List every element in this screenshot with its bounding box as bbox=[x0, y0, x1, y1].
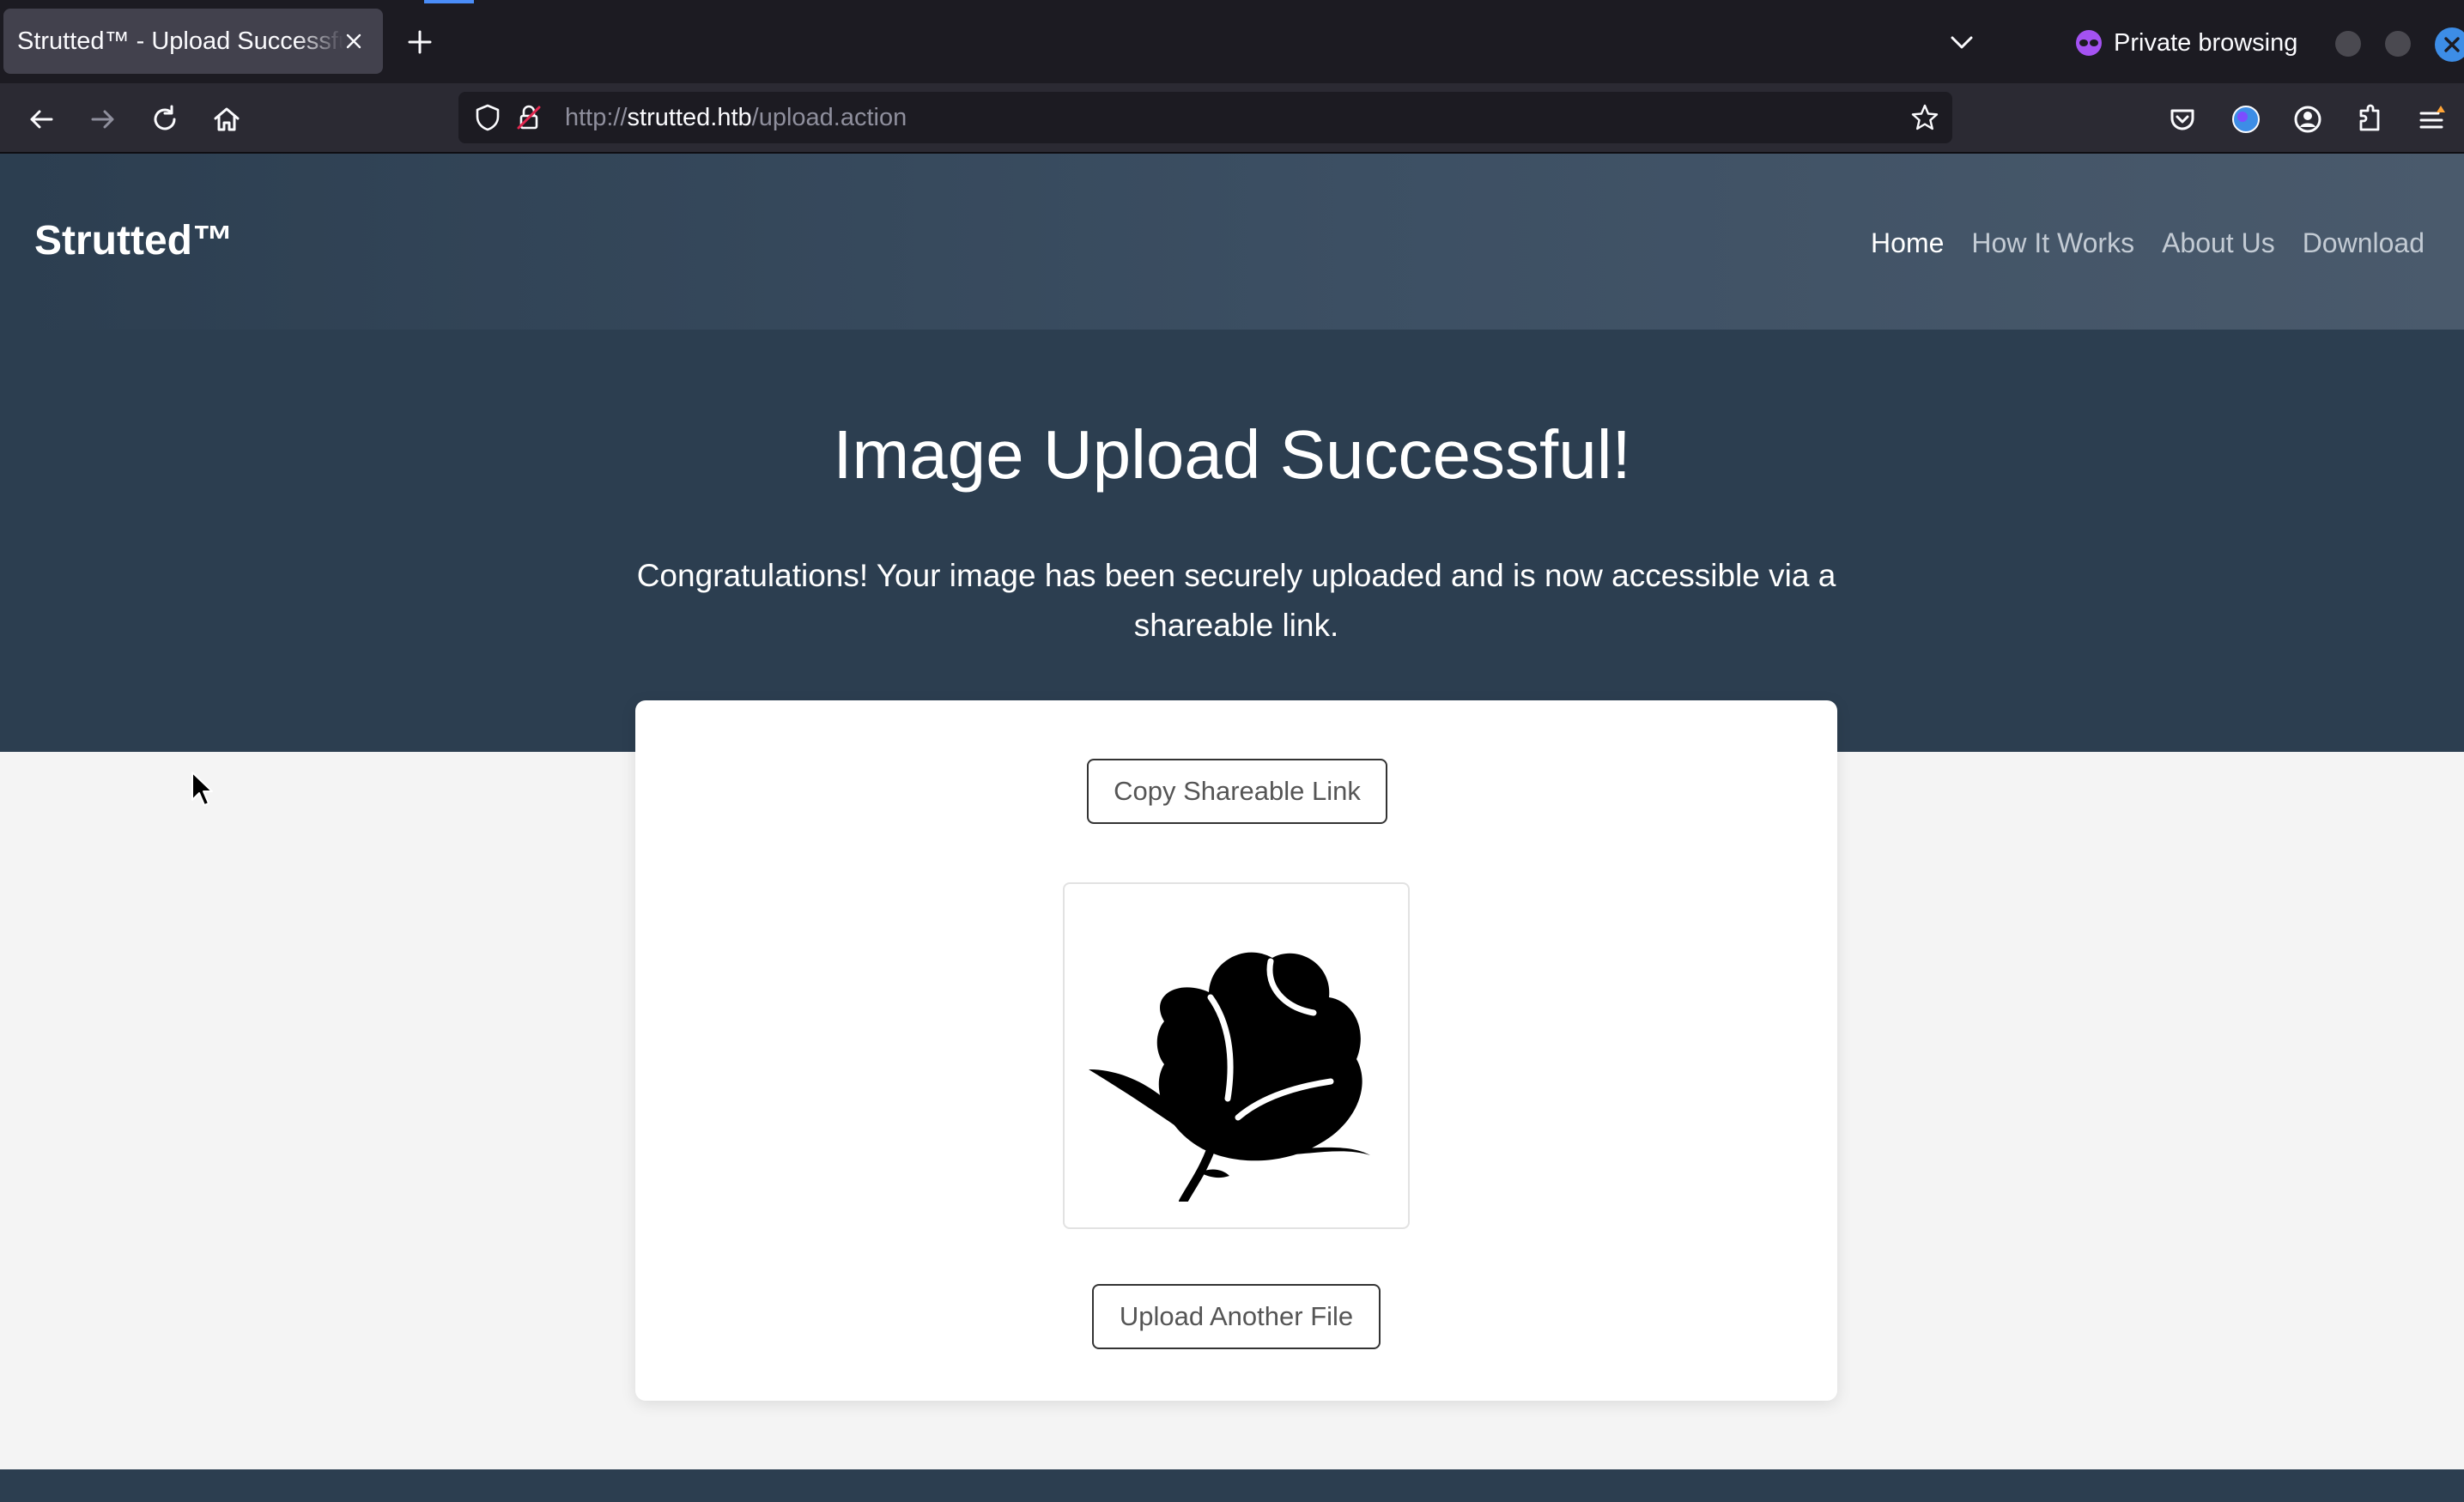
app-menu-icon[interactable] bbox=[2414, 102, 2449, 136]
rose-icon bbox=[1089, 952, 1370, 1202]
browser-tab-bar: Strutted™ - Upload Successful Private br… bbox=[0, 0, 2464, 83]
tab-close-icon[interactable] bbox=[340, 27, 367, 55]
site-header: Strutted™ Home How It Works About Us Dow… bbox=[0, 154, 2464, 330]
uploaded-image-preview bbox=[1063, 882, 1410, 1229]
new-tab-icon[interactable] bbox=[405, 27, 434, 57]
browser-tab-active[interactable]: Strutted™ - Upload Successful bbox=[3, 9, 383, 74]
copy-link-button[interactable]: Copy Shareable Link bbox=[1087, 759, 1387, 824]
site-brand[interactable]: Strutted™ bbox=[34, 217, 234, 264]
hero-subtitle: Congratulations! Your image has been sec… bbox=[636, 558, 1836, 643]
private-mask-icon bbox=[2076, 30, 2102, 56]
url-host: strutted.htb bbox=[627, 104, 752, 131]
extensions-puzzle-icon[interactable] bbox=[2352, 102, 2387, 136]
maximize-window-button[interactable] bbox=[2385, 31, 2411, 57]
nav-about-us[interactable]: About Us bbox=[2162, 227, 2275, 259]
loading-indicator bbox=[424, 0, 474, 3]
web-page: Strutted™ Home How It Works About Us Dow… bbox=[0, 154, 2464, 1502]
hero-section: Image Upload Successful! Congratulations… bbox=[0, 330, 2464, 752]
close-window-button[interactable] bbox=[2435, 27, 2464, 62]
mouse-cursor-icon bbox=[191, 772, 213, 806]
back-arrow-icon[interactable] bbox=[24, 102, 58, 136]
site-footer bbox=[0, 1469, 2464, 1502]
browser-toolbar: http://strutted.htb/upload.action bbox=[0, 83, 2464, 154]
account-icon[interactable] bbox=[2291, 102, 2325, 136]
private-browsing-indicator: Private browsing bbox=[2074, 24, 2297, 62]
upload-another-button[interactable]: Upload Another File bbox=[1092, 1284, 1381, 1349]
tracking-shield-icon[interactable] bbox=[472, 102, 503, 133]
nav-how-it-works[interactable]: How It Works bbox=[1971, 227, 2134, 259]
url-bar[interactable]: http://strutted.htb/upload.action bbox=[458, 92, 1952, 143]
url-scheme: http:// bbox=[565, 104, 628, 131]
upload-result-card: Copy Shareable Link Upload Another File bbox=[635, 700, 1837, 1401]
url-text[interactable]: http://strutted.htb/upload.action bbox=[565, 104, 907, 132]
nav-home[interactable]: Home bbox=[1871, 227, 1944, 259]
extension-globe-icon[interactable] bbox=[2229, 102, 2263, 136]
forward-arrow-icon[interactable] bbox=[86, 102, 120, 136]
reload-icon[interactable] bbox=[148, 102, 182, 136]
page-title: Image Upload Successful! bbox=[833, 416, 1631, 493]
close-icon bbox=[2444, 37, 2460, 52]
bookmark-star-icon[interactable] bbox=[1909, 102, 1940, 133]
home-icon[interactable] bbox=[209, 102, 244, 136]
list-all-tabs-icon[interactable] bbox=[1947, 31, 1976, 53]
tab-title: Strutted™ - Upload Successful bbox=[17, 27, 343, 55]
minimize-window-button[interactable] bbox=[2335, 31, 2361, 57]
insecure-lock-icon[interactable] bbox=[513, 102, 544, 133]
nav-download[interactable]: Download bbox=[2303, 227, 2425, 259]
url-path: /upload.action bbox=[751, 104, 907, 131]
private-browsing-label: Private browsing bbox=[2114, 28, 2298, 57]
pocket-icon[interactable] bbox=[2165, 102, 2200, 136]
site-nav: Home How It Works About Us Download bbox=[1871, 227, 2425, 259]
